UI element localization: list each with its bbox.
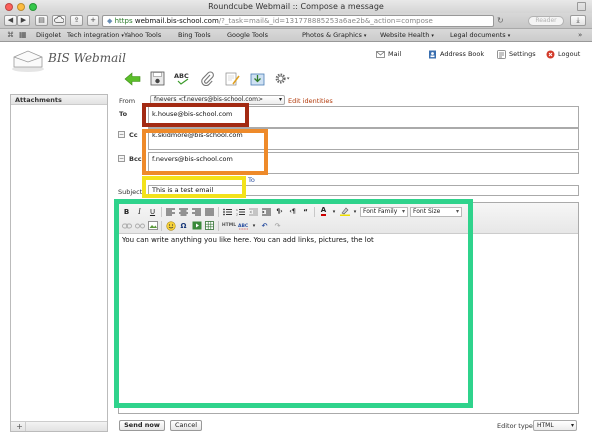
attachments-footer: + [11, 421, 107, 431]
nav-logout-label: Logout [558, 50, 581, 58]
cloud-icon [54, 15, 65, 23]
logout-icon [546, 50, 555, 58]
bookmark-item[interactable]: Google Tools [227, 31, 268, 40]
browser-toolbar: ◀ ▶ ▤ ⇪ + ◆ https webmail.bis-school.com… [0, 13, 592, 29]
bookmark-item[interactable]: Legal documents ▾ [450, 31, 510, 41]
cancel-button[interactable]: Cancel [170, 420, 202, 431]
editor-type-label: Editor type [497, 422, 533, 430]
editor-type-value: HTML [537, 422, 554, 429]
minus-icon: − [119, 155, 125, 162]
reload-icon[interactable]: ↻ [497, 16, 504, 25]
new-tab-button[interactable]: + [87, 15, 99, 26]
annotation-box-body [114, 199, 473, 408]
zoom-window-button[interactable] [29, 3, 37, 11]
cc-label: Cc [129, 131, 138, 139]
back-button[interactable]: ◀ [4, 15, 17, 26]
annotation-box-subject [142, 176, 246, 198]
svg-text:ABC: ABC [174, 72, 189, 80]
nav-address-book[interactable]: Address Book [428, 48, 484, 60]
attachments-panel: Attachments + [10, 94, 108, 432]
url-path: /?_task=mail&_id=131778885253a6ae2b&_act… [218, 17, 433, 25]
more-bookmarks-icon[interactable]: » [578, 31, 582, 39]
chevron-down-icon: ▾ [431, 33, 434, 39]
window-controls [5, 3, 37, 11]
chevron-down-icon: ▾ [278, 96, 282, 103]
chevron-down-icon: ▾ [363, 33, 367, 39]
plus-icon: + [90, 16, 96, 24]
close-window-button[interactable] [5, 3, 13, 11]
bookmark-item[interactable]: Photos & Graphics ▾ [302, 31, 366, 41]
settings-icon [497, 49, 506, 59]
fullscreen-button[interactable] [577, 2, 586, 11]
subject-label: Subject [118, 188, 143, 196]
bookmark-item[interactable]: Yahoo Tools [124, 31, 161, 40]
window-title: Roundcube Webmail :: Compose a message [208, 2, 384, 11]
url-scheme: https [114, 17, 133, 25]
mail-icon [376, 50, 385, 58]
to-label: To [119, 110, 128, 118]
editor-type-select[interactable]: HTML ▾ [533, 420, 577, 431]
reading-list-icon[interactable]: ⌘ [7, 31, 14, 39]
spellcheck-icon[interactable]: ABC [174, 70, 191, 87]
back-icon: ◀ [7, 16, 14, 24]
remove-cc-button[interactable]: − [118, 131, 125, 138]
add-attachment-button[interactable]: + [14, 422, 26, 431]
icloud-tabs-button[interactable] [52, 15, 66, 26]
save-icon[interactable] [149, 70, 166, 87]
nav-mail[interactable]: Mail [376, 48, 401, 60]
annotation-box-to [142, 103, 249, 127]
chevron-down-icon: ▾ [507, 33, 511, 39]
address-bar[interactable]: ◆ https webmail.bis-school.com/?_task=ma… [102, 15, 494, 27]
add-recipient-link[interactable]: To [248, 176, 255, 184]
window-titlebar: Roundcube Webmail :: Compose a message [0, 0, 592, 13]
nav-mail-label: Mail [388, 50, 402, 58]
bookmark-item[interactable]: Website Health ▾ [380, 31, 434, 41]
download-icon: ⤓ [576, 16, 580, 24]
plus-icon: + [16, 422, 23, 431]
bookmark-item[interactable]: Bing Tools [178, 31, 211, 40]
remove-bcc-button[interactable]: − [118, 155, 125, 162]
bcc-label: Bcc [129, 155, 142, 163]
lock-icon: ◆ [107, 17, 113, 25]
options-gear-icon[interactable] [274, 70, 291, 87]
nav-settings[interactable]: Settings [497, 48, 536, 60]
bookmark-item[interactable]: Tech integration ▾ [67, 31, 124, 41]
minimize-window-button[interactable] [17, 3, 25, 11]
book-icon: ▤ [38, 16, 45, 24]
nav-logout[interactable]: Logout [546, 48, 580, 60]
share-icon: ⇪ [73, 16, 80, 24]
attachments-title: Attachments [11, 95, 107, 105]
top-sites-icon[interactable]: ▦ [19, 30, 27, 39]
nav-settings-label: Settings [509, 50, 536, 58]
back-arrow-icon[interactable] [124, 70, 141, 87]
chevron-down-icon: ▾ [570, 422, 574, 429]
compose-toolbar: ABC [124, 70, 291, 87]
forward-icon: ▶ [20, 16, 27, 24]
share-button[interactable]: ⇪ [70, 15, 83, 26]
nav-address-book-label: Address Book [440, 50, 485, 58]
responses-icon[interactable] [249, 70, 266, 87]
address-book-icon [429, 50, 436, 58]
from-label: From [119, 97, 136, 105]
url-host: webmail.bis-school.com [134, 17, 219, 25]
edit-identities-link[interactable]: Edit identities [288, 97, 333, 105]
reader-button[interactable]: Reader [528, 16, 564, 26]
webmail-logo-text: BIS Webmail [48, 51, 126, 65]
minus-icon: − [119, 131, 125, 138]
bookmark-item[interactable]: Diigolet [36, 31, 61, 40]
attach-icon[interactable] [199, 70, 216, 87]
send-now-button[interactable]: Send now [119, 420, 165, 431]
signature-icon[interactable] [224, 70, 241, 87]
downloads-button[interactable]: ⤓ [570, 15, 586, 26]
annotation-box-cc-bcc [142, 129, 268, 175]
from-value: fnevers <f.nevers@bis-school.com> [154, 96, 264, 103]
webmail-logo-icon [10, 47, 46, 75]
forward-button[interactable]: ▶ [17, 15, 30, 26]
sidebar-toggle-button[interactable]: ▤ [35, 15, 48, 26]
bookmarks-bar: ⌘ ▦ Diigolet Tech integration ▾ Yahoo To… [0, 29, 592, 42]
